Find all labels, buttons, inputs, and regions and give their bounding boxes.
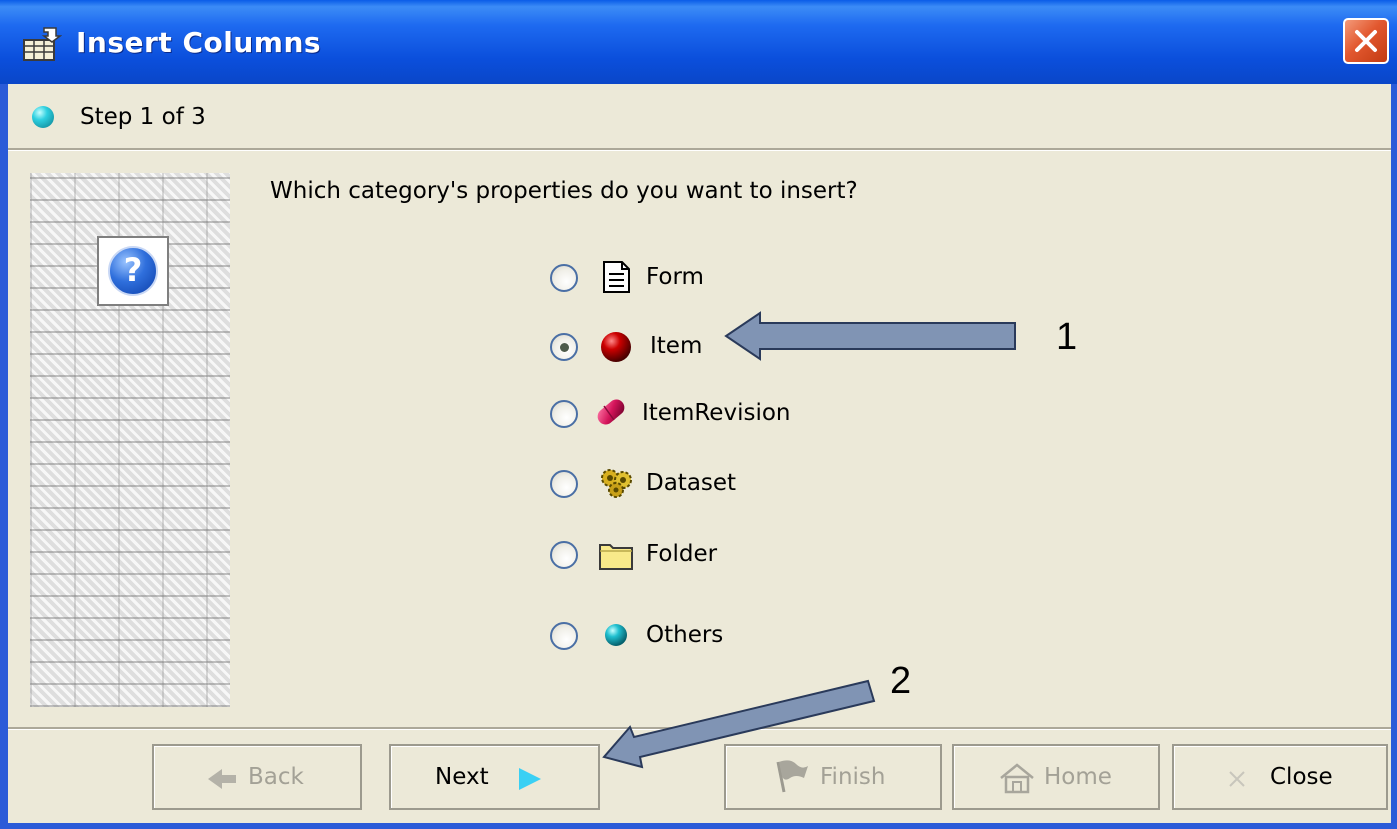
item-red-ball-icon xyxy=(601,332,631,362)
close-button[interactable]: Close xyxy=(1172,744,1388,810)
home-icon xyxy=(1000,763,1034,794)
annotation-number-2: 2 xyxy=(890,660,912,702)
radio-itemrevision[interactable] xyxy=(550,400,578,428)
next-button-label: Next xyxy=(435,764,489,790)
radio-form[interactable] xyxy=(550,264,578,292)
window-close-button[interactable] xyxy=(1343,18,1389,64)
step-ball-icon xyxy=(32,106,54,128)
option-itemrevision[interactable]: ItemRevision xyxy=(550,394,850,434)
close-button-label: Close xyxy=(1270,764,1333,790)
close-x-icon xyxy=(1229,771,1245,787)
title-bar[interactable]: Insert Columns xyxy=(0,0,1397,84)
form-document-icon xyxy=(603,261,630,293)
finish-flag-icon xyxy=(776,760,808,793)
dataset-gears-icon xyxy=(601,469,632,498)
option-label-item: Item xyxy=(650,333,703,359)
help-icon-frame: ? xyxy=(97,236,169,306)
divider xyxy=(8,148,1391,151)
option-label-folder: Folder xyxy=(646,541,718,567)
finish-button[interactable]: Finish xyxy=(724,744,942,810)
option-label-dataset: Dataset xyxy=(646,470,737,496)
question-text: Which category's properties do you want … xyxy=(270,178,858,204)
radio-folder[interactable] xyxy=(550,541,578,569)
home-button[interactable]: Home xyxy=(952,744,1160,810)
annotation-number-1: 1 xyxy=(1056,316,1078,358)
finish-button-label: Finish xyxy=(820,764,886,790)
divider xyxy=(8,727,1391,730)
home-button-label: Home xyxy=(1044,764,1112,790)
others-ball-icon xyxy=(605,624,627,646)
option-label-others: Others xyxy=(646,622,724,648)
help-icon: ? xyxy=(108,246,158,296)
next-arrow-icon xyxy=(519,768,541,790)
folder-icon xyxy=(599,544,633,570)
radio-dataset[interactable] xyxy=(550,470,578,498)
back-button-label: Back xyxy=(248,764,304,790)
item-revision-pill-icon xyxy=(597,399,625,425)
insert-columns-icon xyxy=(23,27,62,61)
option-item[interactable]: Item xyxy=(550,327,850,367)
option-label-itemrevision: ItemRevision xyxy=(642,400,791,426)
option-label-form: Form xyxy=(646,264,704,290)
back-arrow-icon xyxy=(208,769,236,789)
step-text: Step 1 of 3 xyxy=(80,104,206,130)
close-icon xyxy=(1355,30,1377,52)
next-button[interactable]: Next xyxy=(389,744,600,810)
option-form[interactable]: Form xyxy=(550,258,850,298)
option-folder[interactable]: Folder xyxy=(550,535,850,575)
step-indicator: Step 1 of 3 xyxy=(8,84,1391,148)
window-title: Insert Columns xyxy=(76,26,322,59)
radio-item[interactable] xyxy=(550,333,578,361)
option-others[interactable]: Others xyxy=(550,616,850,656)
option-dataset[interactable]: Dataset xyxy=(550,464,850,504)
radio-others[interactable] xyxy=(550,622,578,650)
back-button[interactable]: Back xyxy=(152,744,362,810)
